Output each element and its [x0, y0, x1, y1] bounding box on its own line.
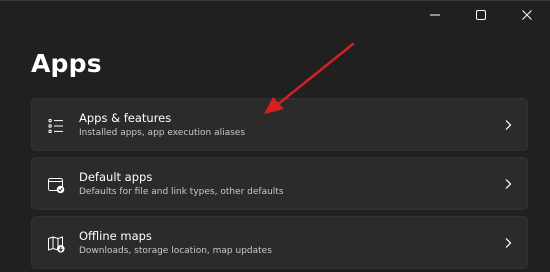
page-title: Apps: [31, 49, 102, 78]
offline-maps-card[interactable]: Offline maps Downloads, storage location…: [31, 216, 528, 269]
card-title: Offline maps: [79, 229, 152, 243]
close-icon: [522, 10, 532, 20]
card-description: Defaults for file and link types, other …: [79, 187, 284, 197]
default-apps-icon: [48, 178, 65, 194]
offline-maps-icon: [48, 236, 65, 253]
apps-list-icon: [48, 119, 63, 134]
chevron-right-icon: [505, 120, 512, 130]
minimize-button[interactable]: [412, 1, 458, 29]
card-text: Offline maps Downloads, storage location…: [79, 229, 272, 258]
card-description: Installed apps, app execution aliases: [79, 128, 246, 138]
chevron-right-icon: [505, 238, 512, 248]
annotation-arrow-shaft: [275, 42, 355, 107]
maximize-button[interactable]: [458, 1, 504, 29]
card-title: Default apps: [79, 170, 153, 184]
card-text: Default apps Defaults for file and link …: [79, 170, 284, 199]
maximize-icon: [476, 10, 486, 20]
title-bar: [412, 1, 550, 29]
card-text: Apps & features Installed apps, app exec…: [79, 111, 245, 140]
apps-and-features-card[interactable]: Apps & features Installed apps, app exec…: [31, 98, 528, 151]
chevron-right-icon: [505, 179, 512, 189]
settings-window: Apps Apps & features Installed apps, app…: [0, 0, 550, 271]
card-description: Downloads, storage location, map updates: [79, 246, 272, 256]
minimize-icon: [430, 14, 440, 16]
card-title: Apps & features: [79, 111, 172, 125]
default-apps-card[interactable]: Default apps Defaults for file and link …: [31, 157, 528, 210]
close-button[interactable]: [504, 1, 550, 29]
